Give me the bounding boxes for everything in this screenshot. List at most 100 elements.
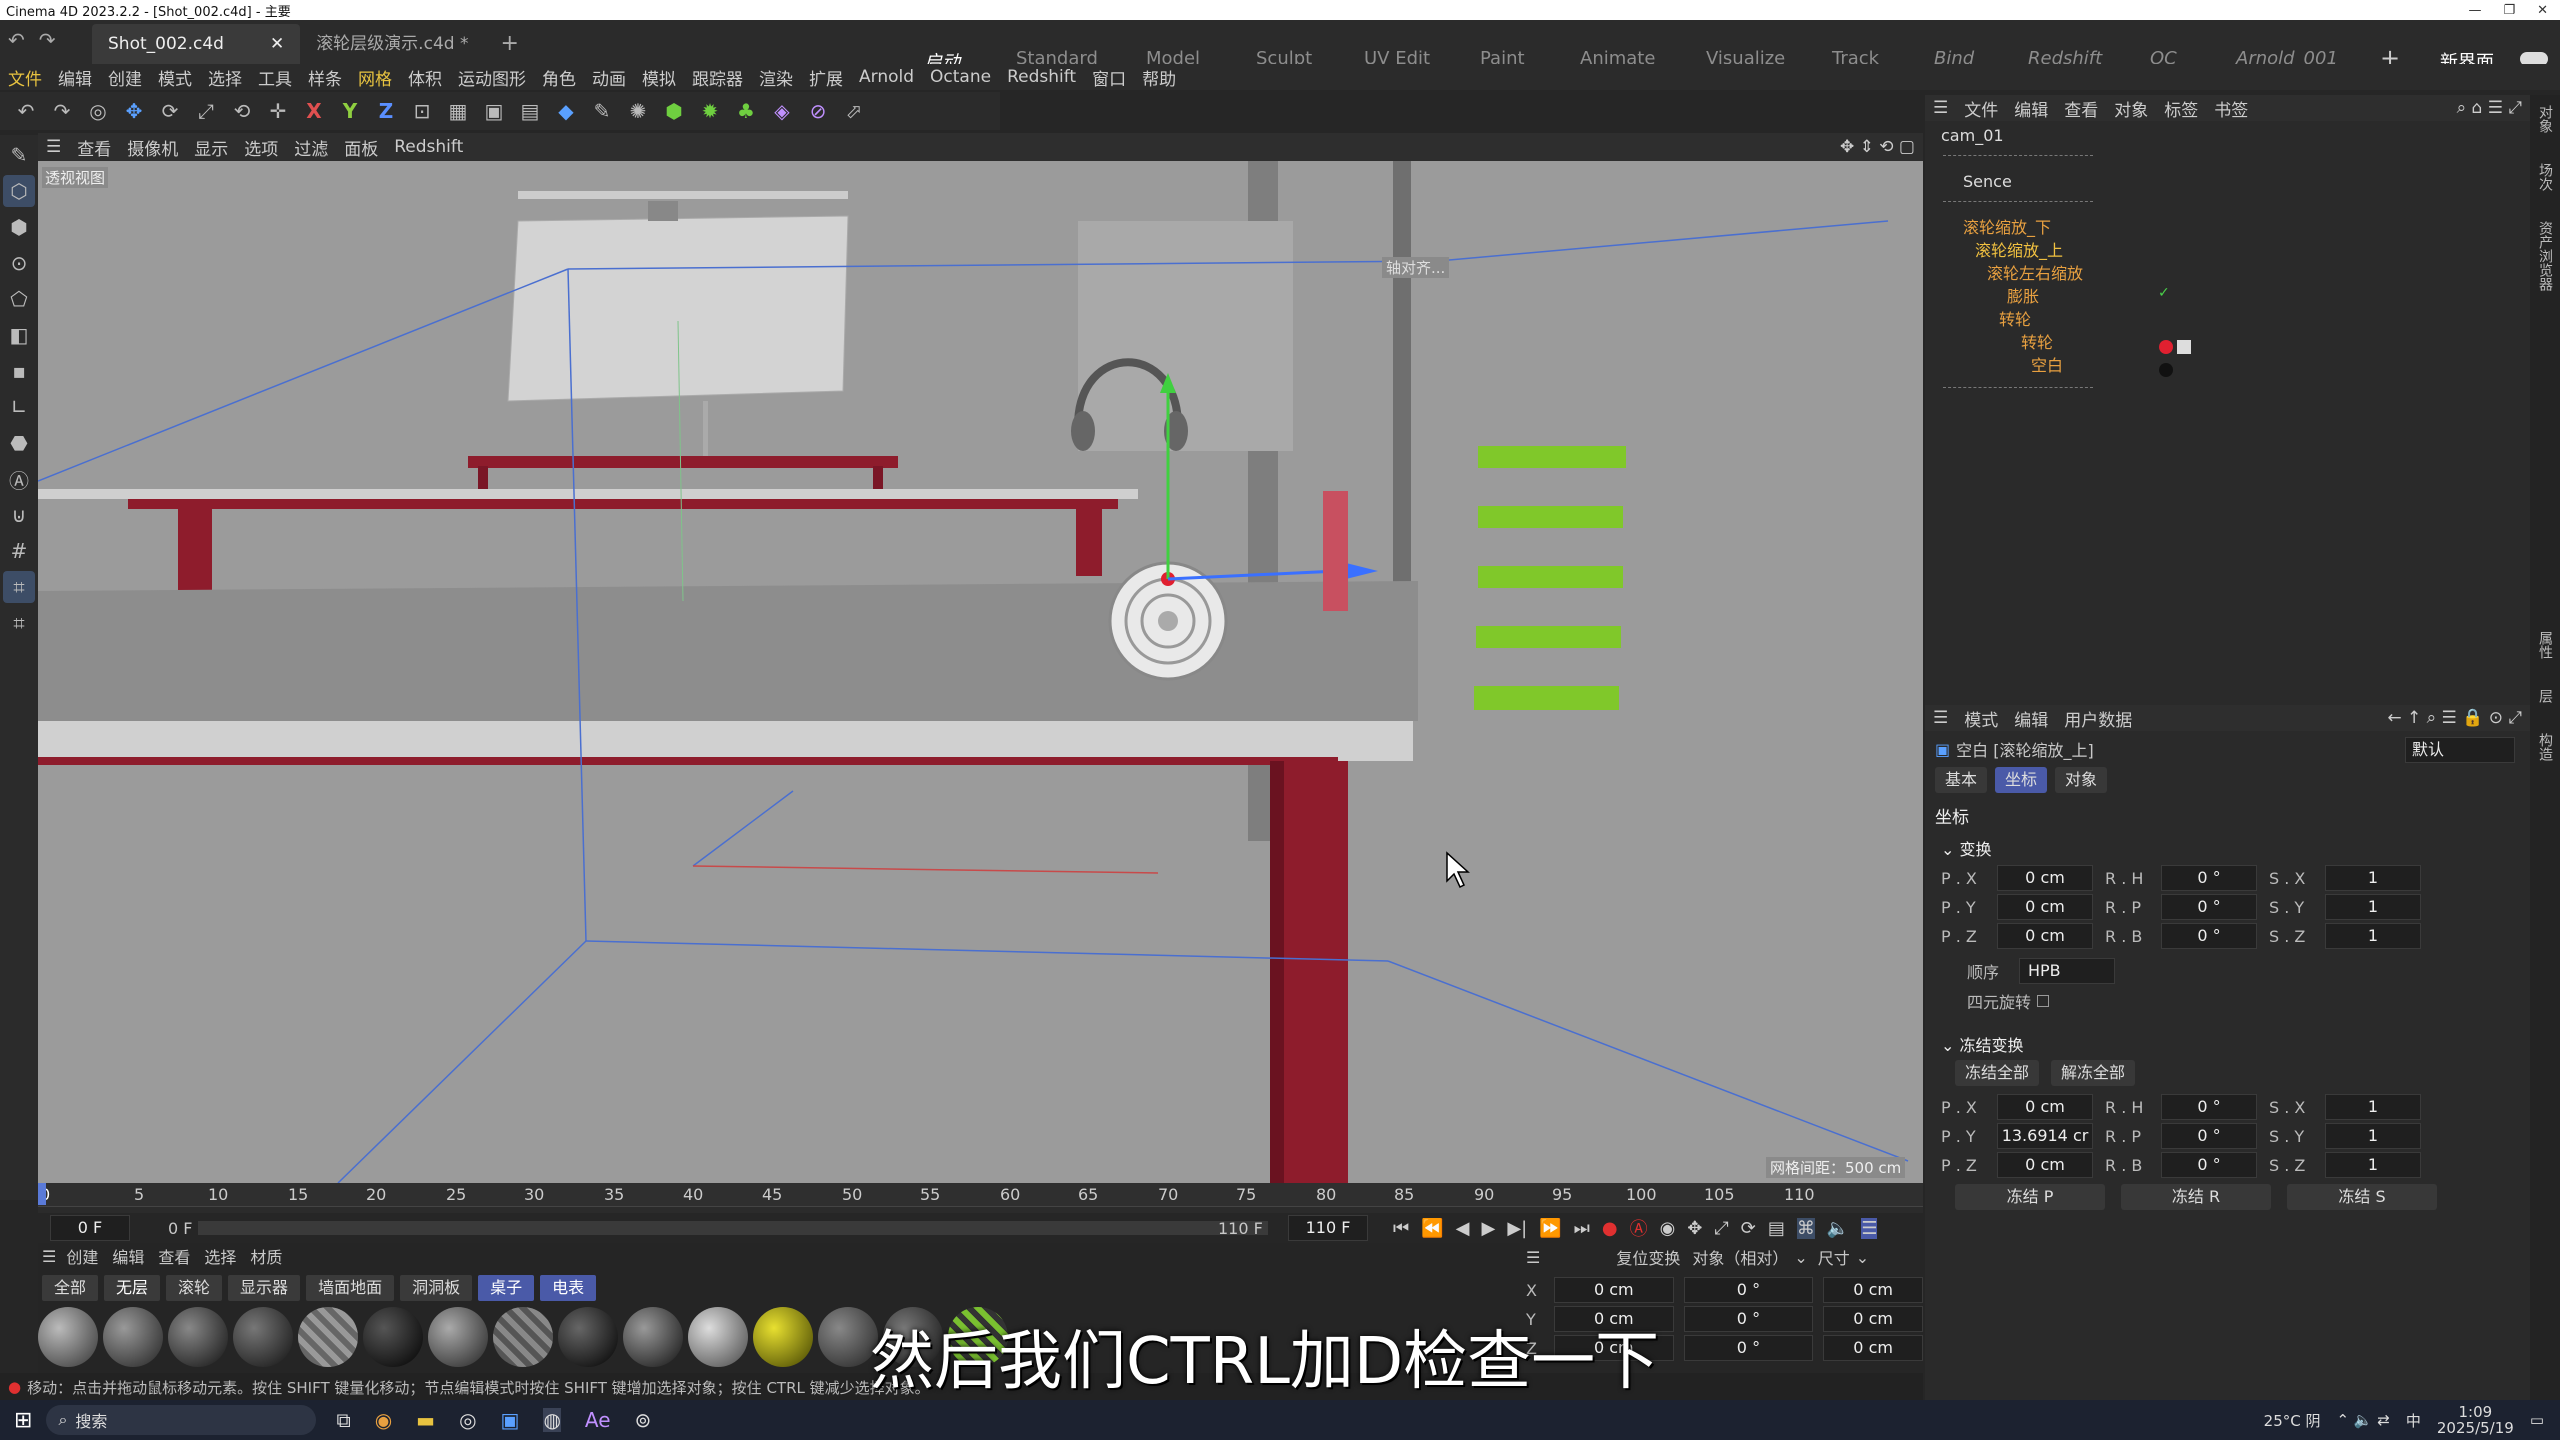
- tab-wheel-demo[interactable]: 滚轮层级演示.c4d *: [300, 24, 484, 64]
- menu-arnold[interactable]: Arnold: [859, 67, 914, 87]
- object-item-wheel-lr-scale[interactable]: 滚轮左右缩放: [1987, 263, 2083, 285]
- object-item-wheel[interactable]: 转轮: [1999, 309, 2031, 331]
- keyframe-selection-icon[interactable]: ◉: [1660, 1218, 1676, 1239]
- om-search-icon[interactable]: ⌕ ⌂ ☰ ⤢: [2457, 98, 2522, 118]
- app-icon[interactable]: ◎: [459, 1408, 476, 1432]
- solo-icon[interactable]: ⬣: [3, 427, 35, 459]
- max-frame[interactable]: 110 F: [1218, 1219, 1263, 1238]
- menu-mode[interactable]: 模式: [158, 65, 192, 90]
- coord-size-dropdown[interactable]: 尺寸: [1818, 1245, 1850, 1269]
- material-swatch[interactable]: [493, 1307, 553, 1367]
- material-tab-meter[interactable]: 电表: [540, 1275, 597, 1301]
- coord-size-field[interactable]: 0 cm: [1823, 1335, 1923, 1361]
- app-icon[interactable]: ⊚: [635, 1408, 652, 1432]
- object-item-wheel-child[interactable]: 转轮: [2021, 332, 2053, 354]
- menu-simulate[interactable]: 模拟: [642, 65, 676, 90]
- om-menu-bookmarks[interactable]: 书签: [2214, 96, 2248, 121]
- param-field[interactable]: 0 cm: [1997, 923, 2093, 949]
- close-icon[interactable]: ✕: [2537, 3, 2548, 18]
- y-axis-lock-icon[interactable]: Y: [335, 96, 365, 126]
- om-menu-object[interactable]: 对象: [2114, 96, 2148, 121]
- material-menu-view[interactable]: 查看: [158, 1244, 190, 1268]
- menu-select[interactable]: 选择: [208, 65, 242, 90]
- param-field[interactable]: 0 °: [2161, 1123, 2257, 1149]
- app-icon[interactable]: ▣: [501, 1408, 520, 1432]
- undo-icon[interactable]: ↶: [8, 28, 25, 52]
- record-icon[interactable]: ●: [1602, 1218, 1618, 1239]
- previous-key-icon[interactable]: ⏪: [1421, 1218, 1443, 1239]
- am-nav-icons[interactable]: ← ↑ ⌕ ☰ 🔒 ⊙ ⤢: [2387, 708, 2522, 728]
- material-swatch[interactable]: [753, 1307, 813, 1367]
- material-swatch[interactable]: [623, 1307, 683, 1367]
- close-tab-icon[interactable]: ✕: [270, 34, 284, 54]
- coord-mode-dropdown[interactable]: 对象（相对）: [1692, 1245, 1788, 1269]
- scale-tool-icon[interactable]: ⤢: [191, 96, 221, 126]
- viewport-menu-redshift[interactable]: Redshift: [394, 137, 463, 157]
- edges-mode-icon[interactable]: ⬠: [3, 283, 35, 315]
- coord-rot-field[interactable]: 0 °: [1683, 1277, 1814, 1303]
- param-field[interactable]: 0 °: [2161, 1152, 2257, 1178]
- menu-help[interactable]: 帮助: [1142, 65, 1176, 90]
- light-icon[interactable]: ⊘: [803, 96, 833, 126]
- menu-mograph[interactable]: 运动图形: [458, 65, 526, 90]
- viewport-menu-filter[interactable]: 过滤: [294, 135, 328, 160]
- coord-pos-field[interactable]: 0 cm: [1553, 1277, 1674, 1303]
- param-field[interactable]: 13.6914 cr: [1997, 1123, 2093, 1149]
- material-swatch[interactable]: [818, 1307, 878, 1367]
- param-field[interactable]: 1: [2325, 894, 2421, 920]
- after-effects-icon[interactable]: Ae: [585, 1408, 611, 1432]
- param-field[interactable]: 0 cm: [1997, 1152, 2093, 1178]
- menu-edit[interactable]: 编辑: [58, 65, 92, 90]
- cloner-icon[interactable]: ⬢: [659, 96, 689, 126]
- new-tab-button[interactable]: +: [484, 24, 534, 64]
- attr-tab-object[interactable]: 对象: [2055, 767, 2107, 793]
- camera-icon[interactable]: ⬀: [839, 96, 869, 126]
- pen-spline-icon[interactable]: ✎: [587, 96, 617, 126]
- quat-checkbox[interactable]: [2037, 995, 2050, 1007]
- autokey-icon[interactable]: Ⓐ: [1630, 1215, 1648, 1241]
- material-tag-icon[interactable]: [2159, 340, 2173, 354]
- menu-redshift[interactable]: Redshift: [1007, 67, 1076, 87]
- explorer-icon[interactable]: ▬: [416, 1408, 435, 1432]
- material-swatch[interactable]: [428, 1307, 488, 1367]
- next-key-icon[interactable]: ⏩: [1539, 1218, 1561, 1239]
- param-field[interactable]: 1: [2325, 1094, 2421, 1120]
- pla-key-icon[interactable]: ⌘: [1796, 1217, 1815, 1239]
- object-item-wheel-scale-up[interactable]: 滚轮缩放_上: [1975, 240, 2063, 262]
- freeze-group-title[interactable]: ⌄ 冻结变换: [1941, 1032, 2024, 1056]
- om-menu-edit[interactable]: 编辑: [2014, 96, 2048, 121]
- menu-volume[interactable]: 体积: [408, 65, 442, 90]
- check-icon[interactable]: ✓: [2158, 285, 2170, 301]
- material-swatch[interactable]: [363, 1307, 423, 1367]
- viewport-menu-view[interactable]: 查看: [77, 135, 111, 160]
- end-frame-field[interactable]: 110 F: [1288, 1215, 1368, 1241]
- coord-size-field[interactable]: 0 cm: [1823, 1277, 1923, 1303]
- material-tab-pegboard[interactable]: 洞洞板: [400, 1275, 473, 1301]
- dock-tab-assets[interactable]: 资产浏览器: [2535, 221, 2555, 291]
- live-select-icon[interactable]: ◎: [83, 96, 113, 126]
- reset-transform-button[interactable]: 复位变换: [1616, 1245, 1680, 1269]
- play-icon[interactable]: ▶: [1481, 1218, 1495, 1239]
- menu-tracker[interactable]: 跟踪器: [692, 65, 743, 90]
- menu-create[interactable]: 创建: [108, 65, 142, 90]
- coord-menu-icon[interactable]: ☰: [1526, 1248, 1540, 1267]
- start-icon[interactable]: ⊞: [14, 1408, 32, 1433]
- material-menu-material[interactable]: 材质: [250, 1244, 282, 1268]
- undo-icon[interactable]: ↶: [11, 96, 41, 126]
- guide-snap-icon[interactable]: ⌗: [3, 607, 35, 639]
- perspective-viewport[interactable]: 透视视图 轴对齐... 网格间距：500 cm: [38, 161, 1923, 1183]
- order-dropdown[interactable]: HPB: [2019, 958, 2115, 984]
- playhead[interactable]: [38, 1183, 46, 1205]
- param-field[interactable]: 1: [2325, 923, 2421, 949]
- param-field[interactable]: 1: [2325, 1123, 2421, 1149]
- axis-tool-icon[interactable]: ✛: [263, 96, 293, 126]
- current-frame-field[interactable]: 0 F: [50, 1215, 130, 1241]
- param-field[interactable]: 0 °: [2161, 865, 2257, 891]
- rotate-tool-icon[interactable]: ⟳: [155, 96, 185, 126]
- material-swatch[interactable]: [233, 1307, 293, 1367]
- param-field[interactable]: 0 cm: [1997, 1094, 2093, 1120]
- grid-snap-icon[interactable]: #: [3, 535, 35, 567]
- parameter-key-icon[interactable]: ▤: [1768, 1218, 1785, 1239]
- freeze-all-button[interactable]: 冻结全部: [1955, 1060, 2039, 1086]
- menu-render[interactable]: 渲染: [759, 65, 793, 90]
